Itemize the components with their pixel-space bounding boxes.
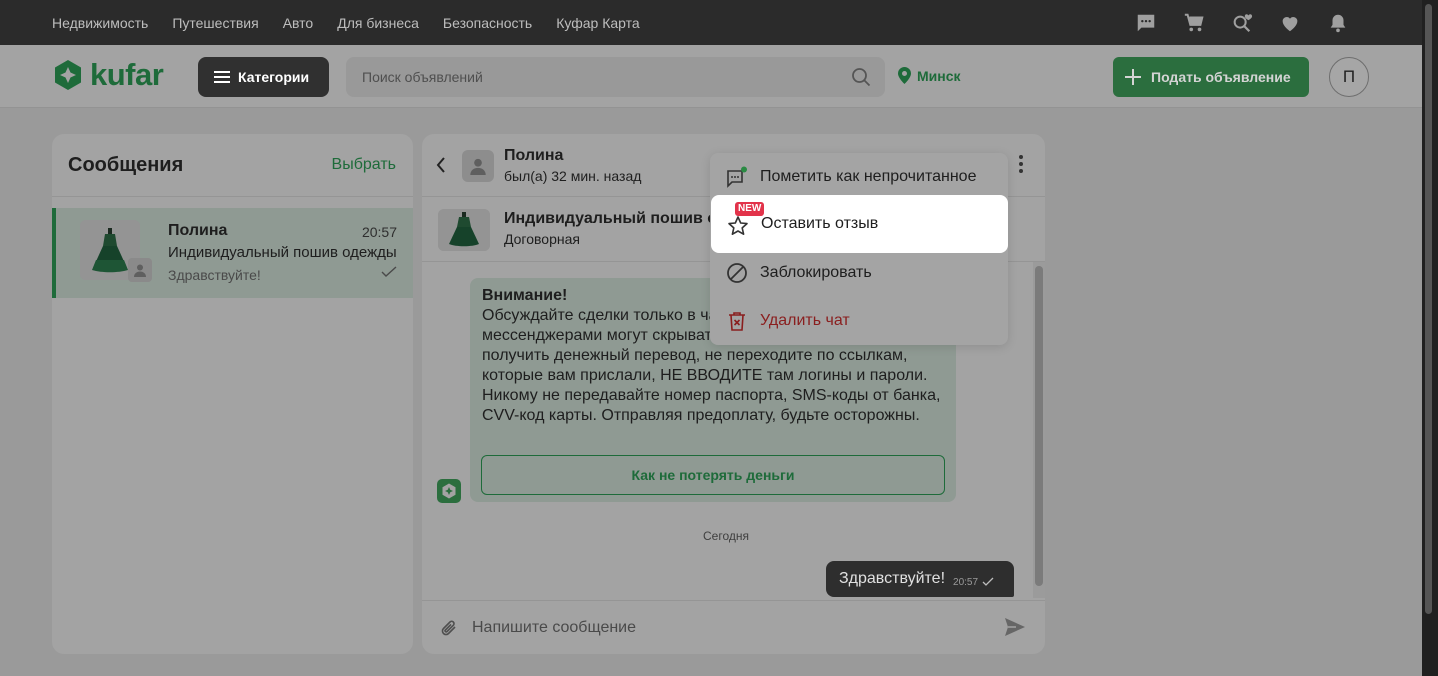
menu-item-leave-review[interactable]: NEW Оставить отзыв (711, 195, 1008, 253)
top-bar: Недвижимость Путешествия Авто Для бизнес… (0, 0, 1422, 45)
categories-button[interactable]: Категории (198, 57, 329, 97)
message-input[interactable] (472, 614, 992, 642)
location-pin-icon (898, 67, 911, 84)
search-icon[interactable] (851, 67, 871, 87)
post-ad-label: Подать объявление (1151, 69, 1291, 85)
outgoing-message: Здравствуйте! 20:57 (826, 561, 1014, 597)
attach-icon[interactable] (439, 618, 459, 638)
categories-label: Категории (238, 69, 310, 85)
page-scrollbar-thumb[interactable] (1425, 4, 1432, 614)
plus-icon (1125, 69, 1141, 85)
cart-icon[interactable] (1182, 11, 1206, 35)
heart-icon[interactable] (1278, 11, 1302, 35)
menu-label: Пометить как непрочитанное (760, 168, 977, 185)
page-scrollbar[interactable] (1422, 0, 1438, 676)
user-avatar-icon (128, 258, 152, 282)
divider (422, 600, 1045, 601)
message-text: Здравствуйте! (839, 570, 946, 587)
ad-price: Договорная (504, 231, 580, 247)
back-arrow-icon[interactable] (434, 156, 450, 174)
menu-icon (214, 71, 230, 83)
contact-avatar (462, 150, 494, 182)
conversation-time: 20:57 (361, 224, 397, 240)
nav-link-travel[interactable]: Путешествия (172, 15, 258, 31)
chat-scrollbar[interactable] (1033, 262, 1045, 598)
city-selector[interactable]: Минск (898, 67, 961, 84)
nav-link-map[interactable]: Куфар Карта (556, 15, 639, 31)
saved-search-icon[interactable] (1230, 11, 1254, 35)
kufar-logo[interactable]: kufar (52, 57, 164, 92)
messages-panel: Сообщения Выбрать Полина 20:57 Индивидуа… (52, 134, 413, 654)
chat-icon[interactable] (1134, 11, 1158, 35)
kufar-logo-icon (55, 60, 81, 90)
conversation-name: Полина (168, 222, 228, 239)
conversation-last-message: Здравствуйте! (168, 267, 261, 283)
block-icon (727, 263, 747, 283)
top-icons (1134, 0, 1350, 45)
search-input[interactable] (346, 57, 885, 97)
new-badge: NEW (735, 202, 765, 216)
divider (52, 196, 413, 197)
nav-link-realty[interactable]: Недвижимость (52, 15, 148, 31)
contact-name: Полина (504, 147, 564, 164)
day-separator: Сегодня (703, 529, 749, 543)
post-ad-button[interactable]: Подать объявление (1113, 57, 1309, 97)
ad-title[interactable]: Индивидуальный пошив о (504, 210, 717, 228)
logo-text: kufar (90, 57, 164, 92)
chat-options-menu: Пометить как непрочитанное NEW Оставить … (710, 153, 1008, 345)
menu-label: Заблокировать (760, 264, 872, 281)
bell-icon[interactable] (1326, 11, 1350, 35)
nav-link-business[interactable]: Для бизнеса (337, 15, 419, 31)
city-label: Минск (917, 67, 961, 84)
kufar-bot-icon (437, 479, 461, 503)
more-options-icon[interactable] (1018, 154, 1024, 174)
top-nav: Недвижимость Путешествия Авто Для бизнес… (52, 0, 640, 45)
nav-link-auto[interactable]: Авто (283, 15, 314, 31)
menu-item-block[interactable]: Заблокировать (710, 249, 1008, 297)
conversation-item[interactable]: Полина 20:57 Индивидуальный пошив одежды… (52, 208, 413, 298)
search-box (346, 57, 885, 97)
read-check-icon (381, 266, 397, 277)
site-header: kufar Категории Минск Подать объявление … (0, 45, 1422, 108)
chat-scrollbar-thumb[interactable] (1035, 266, 1043, 586)
menu-item-delete-chat[interactable]: Удалить чат (710, 297, 1008, 345)
contact-status: был(а) 32 мин. назад (504, 168, 642, 184)
profile-avatar[interactable]: П (1329, 57, 1369, 97)
menu-label: Оставить отзыв (761, 215, 879, 232)
star-icon (728, 216, 748, 235)
safety-tips-button[interactable]: Как не потерять деньги (481, 455, 945, 495)
trash-icon (729, 312, 745, 331)
menu-label: Удалить чат (760, 312, 850, 329)
delivered-check-icon (982, 577, 994, 586)
unread-chat-icon (727, 166, 747, 188)
nav-link-security[interactable]: Безопасность (443, 15, 532, 31)
messages-title: Сообщения (68, 154, 184, 176)
message-time: 20:57 (953, 576, 979, 588)
select-button[interactable]: Выбрать (332, 156, 396, 174)
ad-thumbnail[interactable] (438, 209, 490, 251)
send-icon[interactable] (1003, 615, 1027, 639)
conversation-subject: Индивидуальный пошив одежды (168, 244, 397, 261)
menu-item-mark-unread[interactable]: Пометить как непрочитанное (710, 153, 1008, 201)
